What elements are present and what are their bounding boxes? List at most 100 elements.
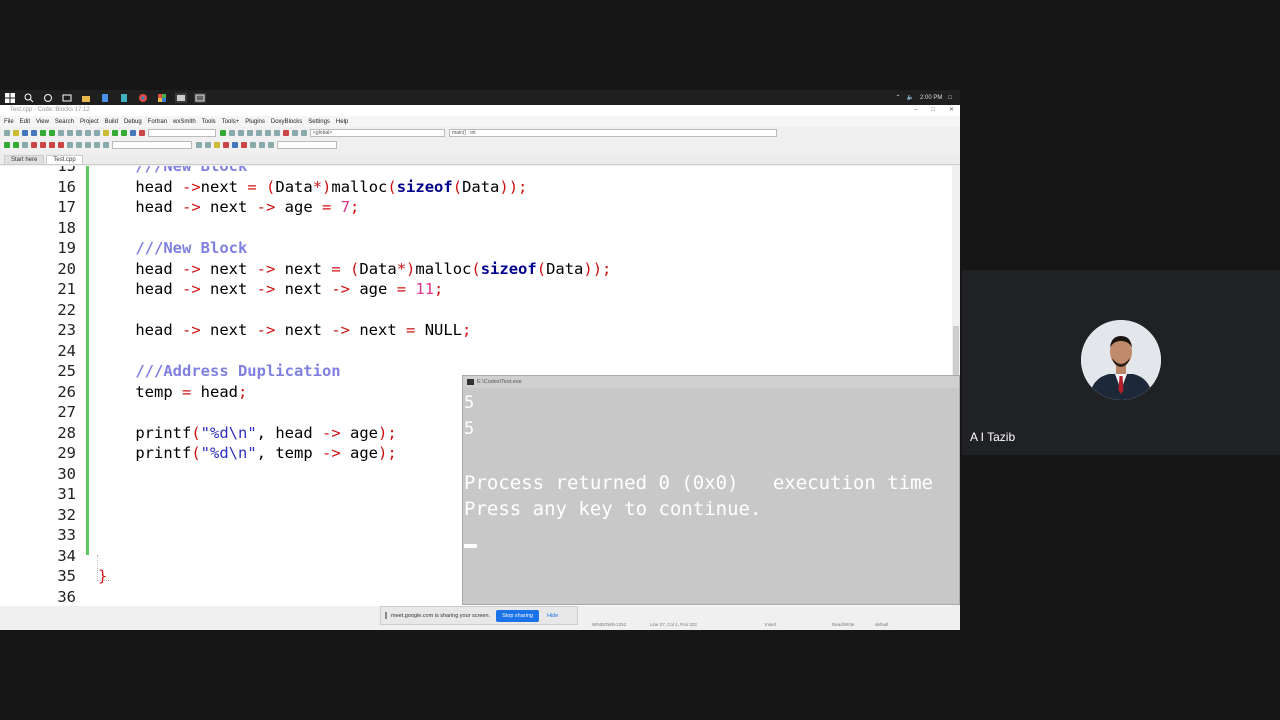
menu-view[interactable]: View: [36, 119, 49, 125]
uncomment-icon[interactable]: [85, 142, 91, 148]
menu-fortran[interactable]: Fortran: [148, 119, 167, 125]
menu-help[interactable]: Help: [336, 119, 348, 125]
prev-icon[interactable]: [22, 142, 28, 148]
menu-build[interactable]: Build: [105, 119, 118, 125]
symbol-dropdown[interactable]: main() : int: [449, 129, 777, 137]
console-window[interactable]: E:\Codes\Test.exe 5 5 Process returned 0…: [462, 375, 960, 605]
notification-icon[interactable]: □: [948, 95, 952, 101]
selected-text-icon[interactable]: [241, 142, 247, 148]
menu-edit[interactable]: Edit: [20, 119, 30, 125]
chrome-icon[interactable]: [137, 93, 149, 103]
zoom-dropdown[interactable]: [277, 141, 337, 149]
save-all-icon[interactable]: [31, 130, 37, 136]
drag-handle-icon[interactable]: [385, 612, 387, 619]
paste-icon[interactable]: [76, 130, 82, 136]
code-line[interactable]: 21 head -> next -> next -> age = 11;: [0, 279, 950, 300]
next-line-icon[interactable]: [238, 130, 244, 136]
clear-bookmarks-icon[interactable]: [58, 142, 64, 148]
stop-debug-icon[interactable]: [283, 130, 289, 136]
menu-tools-plus[interactable]: Tools+: [222, 119, 240, 125]
tab-start-here[interactable]: Start here: [4, 155, 45, 164]
run-icon[interactable]: [112, 130, 118, 136]
indent-icon[interactable]: [94, 142, 100, 148]
code-line[interactable]: 16 head ->next = (Data*)malloc(sizeof(Da…: [0, 177, 950, 198]
menu-wxsmith[interactable]: wxSmith: [173, 119, 196, 125]
back-icon[interactable]: [4, 142, 10, 148]
minimize-icon[interactable]: –: [914, 105, 917, 116]
hide-button[interactable]: Hide: [547, 613, 558, 619]
code-line[interactable]: 17 head -> next -> age = 7;: [0, 197, 950, 218]
speaker-icon[interactable]: 🔈: [907, 94, 914, 101]
app-icon-blue[interactable]: [99, 93, 111, 103]
unfold-icon[interactable]: [259, 142, 265, 148]
windows-start-icon[interactable]: [4, 92, 16, 103]
step-into-icon[interactable]: [247, 130, 253, 136]
search-icon[interactable]: [23, 93, 35, 103]
menu-debug[interactable]: Debug: [124, 119, 142, 125]
find-next-icon[interactable]: [196, 142, 202, 148]
code-line[interactable]: 19 ///New Block: [0, 238, 950, 259]
abort-icon[interactable]: [139, 130, 145, 136]
step-out-icon[interactable]: [256, 130, 262, 136]
menu-search[interactable]: Search: [55, 119, 74, 125]
menu-settings[interactable]: Settings: [308, 119, 330, 125]
debug-windows-icon[interactable]: [292, 130, 298, 136]
fold-icon[interactable]: [250, 142, 256, 148]
build-gear-icon[interactable]: [103, 130, 109, 136]
build-target-dropdown[interactable]: [148, 129, 216, 137]
code-line[interactable]: 24: [0, 341, 950, 362]
menu-tools[interactable]: Tools: [202, 119, 216, 125]
file-explorer-icon[interactable]: [80, 93, 92, 103]
toggle-fold-icon[interactable]: [268, 142, 274, 148]
search-text-dropdown[interactable]: [112, 141, 192, 149]
break-icon[interactable]: [274, 130, 280, 136]
run-to-cursor-icon[interactable]: [229, 130, 235, 136]
close-icon[interactable]: ✕: [949, 105, 954, 116]
menu-project[interactable]: Project: [80, 119, 99, 125]
code-line[interactable]: 15 ///New Block: [0, 166, 950, 177]
find-prev-icon[interactable]: [205, 142, 211, 148]
highlight-icon[interactable]: [214, 142, 220, 148]
stop-sharing-button[interactable]: Stop sharing: [496, 609, 539, 622]
next-instruction-icon[interactable]: [265, 130, 271, 136]
find-icon[interactable]: [85, 130, 91, 136]
new-file-icon[interactable]: [4, 130, 10, 136]
code-line[interactable]: 20 head -> next -> next = (Data*)malloc(…: [0, 259, 950, 280]
bookmark-next-icon[interactable]: [49, 142, 55, 148]
terminal-icon[interactable]: [193, 92, 206, 103]
outdent-icon[interactable]: [103, 142, 109, 148]
bookmark-prev-icon[interactable]: [40, 142, 46, 148]
save-icon[interactable]: [22, 130, 28, 136]
menu-plugins[interactable]: Plugins: [245, 119, 265, 125]
scope-dropdown[interactable]: <global>: [310, 129, 445, 137]
forward-icon[interactable]: [13, 142, 19, 148]
copy-icon[interactable]: [67, 130, 73, 136]
cut-icon[interactable]: [58, 130, 64, 136]
code-line[interactable]: 23 head -> next -> next -> next = NULL;: [0, 320, 950, 341]
chevron-up-icon[interactable]: ⌃: [896, 94, 901, 101]
console-title-bar[interactable]: E:\Codes\Test.exe: [463, 376, 959, 388]
match-case-icon[interactable]: [232, 142, 238, 148]
app-icon-teal[interactable]: [118, 93, 130, 103]
info-icon[interactable]: [301, 130, 307, 136]
tray-clock[interactable]: 2:00 PM: [920, 95, 942, 101]
cortana-icon[interactable]: [42, 93, 54, 103]
open-folder-icon[interactable]: [13, 130, 19, 136]
replace-icon[interactable]: [94, 130, 100, 136]
build-run-icon[interactable]: [121, 130, 127, 136]
rebuild-icon[interactable]: [130, 130, 136, 136]
code-line[interactable]: 18: [0, 218, 950, 239]
undo-icon[interactable]: [40, 130, 46, 136]
console-app-icon[interactable]: [174, 92, 187, 103]
task-view-icon[interactable]: [61, 93, 73, 103]
code-line[interactable]: 22: [0, 300, 950, 321]
menu-doxyblocks[interactable]: DoxyBlocks: [271, 119, 302, 125]
console-output[interactable]: 5 5 Process returned 0 (0x0) execution t…: [463, 388, 959, 604]
jump-icon[interactable]: [67, 142, 73, 148]
bookmark-icon[interactable]: [31, 142, 37, 148]
codeblocks-icon[interactable]: [156, 93, 168, 103]
menu-file[interactable]: File: [4, 119, 14, 125]
redo-icon[interactable]: [49, 130, 55, 136]
comment-icon[interactable]: [76, 142, 82, 148]
maximize-icon[interactable]: □: [931, 105, 935, 116]
